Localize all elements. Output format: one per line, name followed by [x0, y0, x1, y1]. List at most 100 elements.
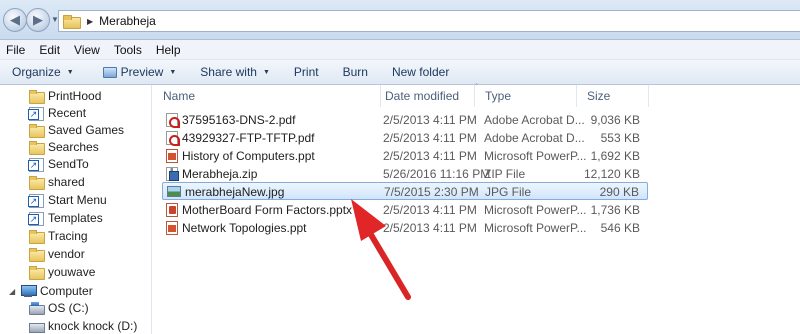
menu-edit[interactable]: Edit — [32, 43, 67, 57]
shortcut-icon — [28, 106, 44, 121]
file-row-selected[interactable]: merabhejaNew.jpg 7/5/2015 2:30 PM JPG Fi… — [162, 182, 648, 200]
menu-help[interactable]: Help — [149, 43, 188, 57]
nav-item-youwave[interactable]: youwave — [28, 263, 95, 281]
column-date-modified[interactable]: Date modified — [375, 85, 475, 107]
nav-item-label: Start Menu — [48, 193, 107, 207]
nav-item-saved-games[interactable]: Saved Games — [28, 121, 124, 139]
file-type: ZIP File — [484, 166, 526, 181]
folder-icon — [63, 15, 81, 29]
column-type[interactable]: Type — [475, 85, 577, 107]
drive-icon — [28, 301, 45, 315]
file-name: Merabheja.zip — [182, 166, 258, 181]
expand-computer-icon[interactable]: ◢ — [9, 287, 15, 296]
preview-button[interactable]: Preview ▼ — [87, 60, 191, 84]
organize-button[interactable]: Organize ▼ — [0, 60, 87, 84]
file-row[interactable]: Merabheja.zip 5/26/2016 11:16 PM ZIP Fil… — [162, 165, 648, 183]
organize-label: Organize — [12, 65, 61, 79]
file-row[interactable]: 37595163-DNS-2.pdf 2/5/2013 4:11 PM Adob… — [162, 111, 648, 129]
file-row[interactable]: MotherBoard Form Factors.pptx 2/5/2013 4… — [162, 201, 648, 219]
file-date: 2/5/2013 4:11 PM — [383, 148, 477, 163]
nav-item-os-c[interactable]: OS (C:) — [28, 299, 89, 317]
computer-icon — [20, 284, 37, 298]
pdf-file-icon — [166, 112, 180, 128]
nav-item-searches[interactable]: Searches — [28, 138, 99, 156]
back-arrow-icon[interactable]: ◀ — [3, 8, 27, 32]
image-file-icon — [167, 186, 181, 197]
file-name: Network Topologies.ppt — [182, 220, 307, 235]
nav-item-tracing[interactable]: Tracing — [28, 227, 88, 245]
nav-item-label: PrintHood — [48, 89, 102, 103]
file-date: 2/5/2013 4:11 PM — [383, 130, 477, 145]
nav-item-label: vendor — [48, 247, 85, 261]
nav-item-shared[interactable]: shared — [28, 173, 85, 191]
preview-label: Preview — [120, 65, 164, 79]
file-date: 2/5/2013 4:11 PM — [383, 220, 477, 235]
breadcrumb-separator-icon[interactable]: ▶ — [87, 17, 93, 26]
column-name[interactable]: Name — [153, 85, 381, 107]
menu-bar: File Edit View Tools Help — [0, 40, 800, 60]
file-name: History of Computers.ppt — [182, 148, 315, 163]
file-date: 5/26/2016 11:16 PM — [383, 166, 491, 181]
file-row[interactable]: Network Topologies.ppt 2/5/2013 4:11 PM … — [162, 219, 648, 237]
nav-item-start-menu[interactable]: Start Menu — [28, 191, 107, 209]
file-date: 2/5/2013 4:11 PM — [383, 202, 477, 217]
file-size: 1,692 KB — [590, 148, 640, 163]
nav-item-recent[interactable]: Recent — [28, 104, 86, 122]
file-type: Adobe Acrobat D... — [484, 130, 585, 145]
file-row[interactable]: 43929327-FTP-TFTP.pdf 2/5/2013 4:11 PM A… — [162, 129, 648, 147]
nav-item-printhood[interactable]: PrintHood — [28, 87, 101, 105]
print-button[interactable]: Print — [284, 60, 333, 84]
file-size: 546 KB — [600, 220, 640, 235]
navigation-pane[interactable]: PrintHood Recent Saved Games Searches Se… — [0, 85, 152, 334]
folder-icon — [28, 229, 45, 244]
nav-item-vendor[interactable]: vendor — [28, 245, 85, 263]
file-name-cell: Merabheja.zip — [166, 165, 257, 182]
folder-icon — [28, 123, 45, 138]
nav-item-label: Tracing — [48, 229, 88, 243]
file-name: 43929327-FTP-TFTP.pdf — [182, 130, 315, 145]
folder-icon — [28, 247, 45, 262]
file-size: 290 KB — [599, 184, 639, 199]
share-with-label: Share with — [200, 65, 257, 79]
powerpoint-file-icon — [166, 202, 178, 217]
column-size[interactable]: Size — [577, 85, 649, 107]
menu-view[interactable]: View — [67, 43, 107, 57]
nav-item-sendto[interactable]: SendTo — [28, 155, 89, 173]
file-name: 37595163-DNS-2.pdf — [182, 112, 296, 127]
file-date: 2/5/2013 4:11 PM — [383, 112, 477, 127]
breadcrumb[interactable]: ▶ Merabheja — [58, 10, 800, 32]
command-bar: Organize ▼ Preview ▼ Share with ▼ Print … — [0, 60, 800, 85]
menu-tools[interactable]: Tools — [107, 43, 149, 57]
chevron-down-icon: ▼ — [169, 68, 177, 76]
file-type: Microsoft PowerP... — [484, 202, 587, 217]
menu-file[interactable]: File — [0, 43, 32, 57]
file-name-cell: 37595163-DNS-2.pdf — [166, 111, 295, 128]
file-type: Adobe Acrobat D... — [484, 112, 585, 127]
nav-item-knock-knock-d[interactable]: knock knock (D:) — [28, 317, 137, 334]
file-name-cell: History of Computers.ppt — [166, 147, 315, 164]
file-name-cell: 43929327-FTP-TFTP.pdf — [166, 129, 315, 146]
new-folder-button[interactable]: New folder — [382, 60, 461, 84]
file-size: 12,120 KB — [583, 166, 640, 181]
pdf-file-icon — [166, 130, 180, 146]
file-type: Microsoft PowerP... — [484, 148, 587, 163]
file-name-cell: MotherBoard Form Factors.pptx — [166, 201, 352, 218]
burn-button[interactable]: Burn — [333, 60, 382, 84]
column-type-label: Type — [485, 89, 512, 103]
nav-item-label: Recent — [48, 106, 87, 120]
file-size: 9,036 KB — [590, 112, 640, 127]
forward-arrow-icon[interactable]: ▶ — [26, 8, 50, 32]
share-with-button[interactable]: Share with ▼ — [190, 60, 284, 84]
breadcrumb-item-merabheja[interactable]: Merabheja — [99, 14, 156, 28]
nav-item-templates[interactable]: Templates — [28, 209, 103, 227]
nav-item-computer[interactable]: Computer — [20, 282, 93, 300]
file-row[interactable]: History of Computers.ppt 2/5/2013 4:11 P… — [162, 147, 648, 165]
nav-item-label: Searches — [48, 140, 99, 154]
file-list[interactable]: 37595163-DNS-2.pdf 2/5/2013 4:11 PM Adob… — [153, 108, 800, 334]
nav-item-label: Templates — [48, 211, 103, 225]
powerpoint-file-icon — [166, 220, 178, 235]
shortcut-icon — [28, 211, 44, 226]
file-name-cell: merabhejaNew.jpg — [167, 183, 284, 200]
file-size: 1,736 KB — [590, 202, 640, 217]
chevron-down-icon: ▼ — [66, 68, 74, 76]
